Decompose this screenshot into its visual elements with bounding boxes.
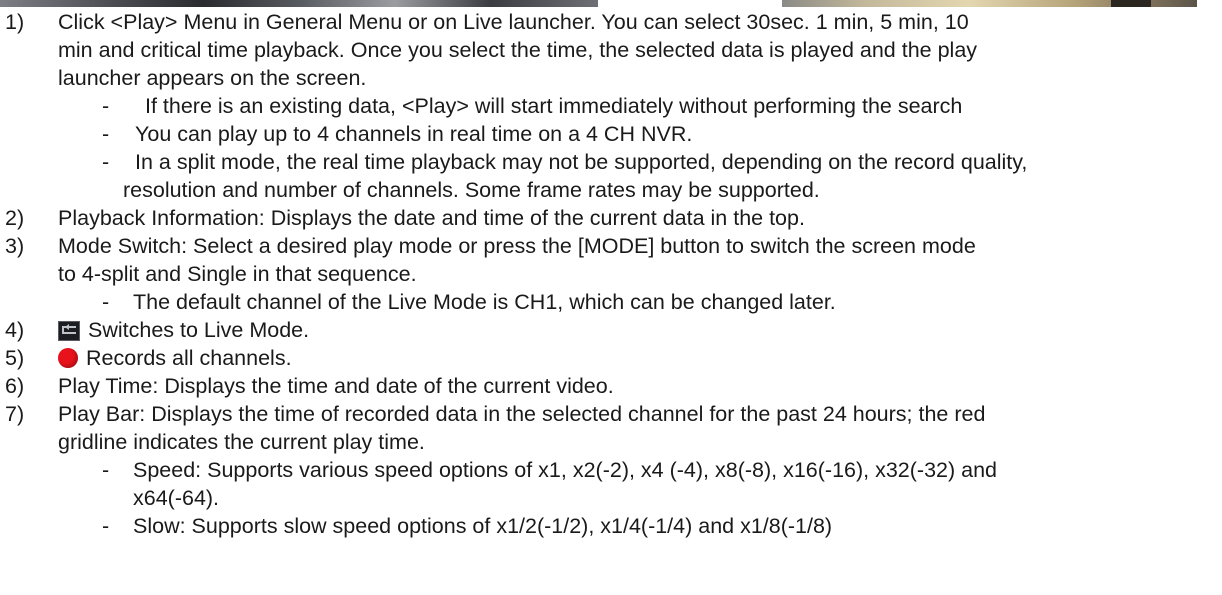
- sub-item: - In a split mode, the real time playbac…: [0, 148, 1222, 176]
- item-text-cont: launcher appears on the screen.: [58, 66, 367, 90]
- screenshot-image-left: [0, 0, 598, 7]
- sub-item-cont: x64(-64).: [0, 484, 1222, 512]
- sub-item-text-cont: x64(-64).: [133, 486, 220, 510]
- dash-bullet: -: [102, 290, 110, 314]
- dash-bullet: -: [102, 514, 110, 538]
- sub-item-cont: resolution and number of channels. Some …: [0, 176, 1222, 204]
- item-text: Records all channels.: [86, 346, 292, 370]
- item-text: Play Time: Displays the time and date of…: [58, 374, 614, 398]
- item-text-cont: to 4-split and Single in that sequence.: [58, 262, 417, 286]
- live-mode-icon: [58, 321, 80, 341]
- list-item-7: 7) Play Bar: Displays the time of record…: [0, 400, 1222, 428]
- sub-item: - The default channel of the Live Mode i…: [0, 288, 1222, 316]
- list-item-1-cont: min and critical time playback. Once you…: [0, 36, 1222, 64]
- sub-item-text-cont: resolution and number of channels. Some …: [123, 178, 820, 202]
- sub-item-text: Speed: Supports various speed options of…: [133, 458, 997, 482]
- sub-item: - Speed: Supports various speed options …: [0, 456, 1222, 484]
- sub-item-text: If there is an existing data, <Play> wil…: [145, 94, 963, 118]
- item-number: 6): [5, 374, 25, 398]
- list-item-2: 2) Playback Information: Displays the da…: [0, 204, 1222, 232]
- item-text-with-icon: Switches to Live Mode.: [58, 316, 309, 344]
- dash-bullet: -: [102, 94, 110, 118]
- list-item-4: 4) Switches to Live Mode.: [0, 316, 1222, 344]
- list-item-5: 5) Records all channels.: [0, 344, 1222, 372]
- sub-item: - You can play up to 4 channels in real …: [0, 120, 1222, 148]
- item-number: 2): [5, 206, 25, 230]
- item-text: Mode Switch: Select a desired play mode …: [58, 234, 976, 258]
- item-number: 3): [5, 234, 25, 258]
- item-number: 5): [5, 346, 25, 370]
- screenshot-image-right: [782, 0, 1197, 7]
- item-number: 4): [5, 318, 25, 342]
- dash-bullet: -: [102, 458, 110, 482]
- item-text: Playback Information: Displays the date …: [58, 206, 805, 230]
- sub-item-text: You can play up to 4 channels in real ti…: [135, 122, 693, 146]
- list-item-1-cont: launcher appears on the screen.: [0, 64, 1222, 92]
- item-text: Play Bar: Displays the time of recorded …: [58, 402, 986, 426]
- list-item-6: 6) Play Time: Displays the time and date…: [0, 372, 1222, 400]
- item-number: 1): [5, 10, 25, 34]
- dash-bullet: -: [102, 150, 110, 174]
- sub-item-text: The default channel of the Live Mode is …: [133, 290, 836, 314]
- item-text-with-icon: Records all channels.: [58, 344, 292, 372]
- list-item-3-cont: to 4-split and Single in that sequence.: [0, 260, 1222, 288]
- list-item-7-cont: gridline indicates the current play time…: [0, 428, 1222, 456]
- item-text: Click <Play> Menu in General Menu or on …: [58, 10, 969, 34]
- sub-item-text: Slow: Supports slow speed options of x1/…: [133, 514, 833, 538]
- item-text-cont: gridline indicates the current play time…: [58, 430, 425, 454]
- sub-item: - If there is an existing data, <Play> w…: [0, 92, 1222, 120]
- item-number: 7): [5, 402, 25, 426]
- item-text: Switches to Live Mode.: [88, 318, 310, 342]
- list-item-1: 1) Click <Play> Menu in General Menu or …: [0, 8, 1222, 36]
- dash-bullet: -: [102, 122, 110, 146]
- record-icon: [58, 348, 78, 368]
- sub-item-text: In a split mode, the real time playback …: [135, 150, 1028, 174]
- sub-item: - Slow: Supports slow speed options of x…: [0, 512, 1222, 540]
- item-text-cont: min and critical time playback. Once you…: [58, 38, 978, 62]
- list-item-3: 3) Mode Switch: Select a desired play mo…: [0, 232, 1222, 260]
